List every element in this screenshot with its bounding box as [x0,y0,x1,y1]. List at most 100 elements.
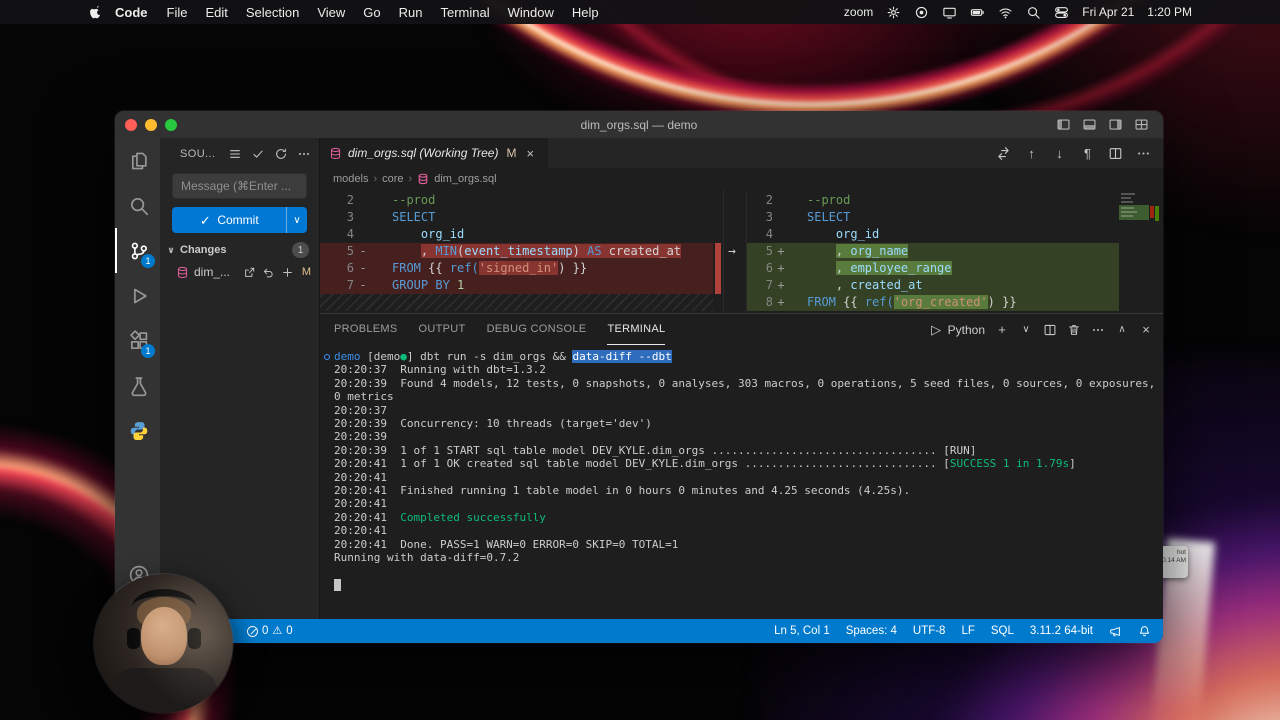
menu-view[interactable]: View [308,5,354,20]
diff-line-modified: 5 + , org_name [747,243,1119,260]
activity-source-control[interactable]: 1 [115,228,160,273]
minimap[interactable] [1119,190,1149,313]
layout-panel-icon[interactable] [1082,117,1097,132]
bell-icon[interactable] [1138,625,1151,638]
whitespace-icon[interactable]: ¶ [1080,146,1095,161]
errors-count: 0 [262,625,269,637]
panel-tab-problems[interactable]: PROBLEMS [334,314,398,345]
next-change-icon[interactable]: ↓ [1052,146,1067,161]
minimize-window-button[interactable] [145,118,157,131]
battery-icon[interactable] [970,5,985,20]
prev-change-icon[interactable]: ↑ [1024,146,1039,161]
apple-menu-icon[interactable] [88,4,103,20]
activity-run-debug[interactable] [115,273,160,318]
activity-extensions[interactable]: 1 [115,318,160,363]
commit-dropdown-button[interactable]: ∨ [286,207,307,233]
menu-app-name[interactable]: Code [105,5,158,20]
activity-test-beaker[interactable] [115,363,160,408]
view-list-icon[interactable] [228,147,242,161]
layout-sidebar-right-icon[interactable] [1108,117,1123,132]
diff-modified-pane[interactable]: 2 --prod 3 SELECT 4 org_id 5 + , org_name 6 + , … [747,192,1119,313]
tab-modified-badge: M [506,146,517,160]
status-sql[interactable]: SQL [991,625,1014,637]
panel-tab-terminal[interactable]: TERMINAL [607,314,666,345]
command-decoration-icon[interactable] [324,354,330,360]
status-utf-8[interactable]: UTF-8 [913,625,946,637]
terminal-profile[interactable]: ▷ Python [930,323,985,337]
problems-status[interactable]: 0 ⚠ 0 [247,625,293,637]
python-icon [128,420,150,442]
breadcrumb-item[interactable]: models [333,173,368,185]
close-window-button[interactable] [125,118,137,131]
diff-revert-arrow-icon[interactable]: → [728,243,736,260]
window-titlebar[interactable]: dim_orgs.sql — demo [115,111,1163,138]
commit-message-input[interactable]: Message (⌘Enter ... [172,173,307,199]
menu-zoom[interactable]: zoom [844,5,873,19]
dropdown-icon[interactable]: ∨ [1019,323,1033,337]
menu-file[interactable]: File [158,5,197,20]
compare-icon[interactable] [996,146,1011,161]
kill-terminal-icon[interactable] [1067,323,1081,337]
close-panel-icon[interactable]: × [1139,323,1153,337]
commit-check-icon[interactable] [251,147,265,161]
layout-sidebar-left-icon[interactable] [1056,117,1071,132]
split-editor-icon[interactable] [1108,146,1123,161]
tab-dim-orgs-sql[interactable]: dim_orgs.sql (Working Tree) M × [320,138,548,168]
more-icon[interactable] [297,147,311,161]
discard-icon[interactable] [262,266,275,279]
new-terminal-icon[interactable]: + [995,323,1009,337]
open-file-icon[interactable] [243,266,256,279]
modified-badge: M [301,266,311,278]
diff-editor[interactable]: 2 --prod 3 SELECT 4 org_id 5- , MIN(event_tim… [320,190,1163,313]
scm-file-row[interactable]: dim_... M [160,261,319,283]
menu-help[interactable]: Help [563,5,608,20]
menu-run[interactable]: Run [390,5,432,20]
megaphone-icon[interactable] [1109,625,1122,638]
diff-line-original: 7- GROUP BY 1 [320,277,713,294]
status-ln-5-col-1[interactable]: Ln 5, Col 1 [774,625,830,637]
activity-files[interactable] [115,138,160,183]
gear-icon[interactable] [886,5,901,20]
control-center-icon[interactable] [1054,5,1069,20]
more-icon[interactable] [1136,146,1151,161]
refresh-icon[interactable] [274,147,288,161]
terminal-line: 20:20:41 Done. PASS=1 WARN=0 ERROR=0 SKI… [334,537,679,551]
zoom-window-button[interactable] [165,118,177,131]
terminal[interactable]: demo [demo●] dbt run -s dim_orgs && data… [320,345,1163,619]
menu-terminal[interactable]: Terminal [432,5,499,20]
activity-search[interactable] [115,183,160,228]
activity-python[interactable] [115,408,160,453]
panel-tab-debug-console[interactable]: DEBUG CONSOLE [487,314,587,345]
changes-section-header[interactable]: ∨ Changes 1 [160,239,319,261]
status-spaces-4[interactable]: Spaces: 4 [846,625,897,637]
wifi-icon[interactable] [998,5,1013,20]
sidebar-title: SOU... [180,148,216,160]
display-icon[interactable] [942,5,957,20]
breadcrumb-item[interactable]: dim_orgs.sql [434,173,496,185]
layout-customize-icon[interactable] [1134,117,1149,132]
maximize-panel-icon[interactable]: ∧ [1115,323,1129,337]
split-terminal-icon[interactable] [1043,323,1057,337]
diff-line-original: 2 --prod [346,193,436,207]
menu-go[interactable]: Go [354,5,389,20]
menu-window[interactable]: Window [499,5,563,20]
record-icon[interactable] [914,5,929,20]
overview-ruler-left [713,190,723,313]
menu-date[interactable]: Fri Apr 21 [1082,5,1134,19]
files-icon [128,150,150,172]
status-3-11-2-64-bit[interactable]: 3.11.2 64-bit [1030,625,1093,637]
panel-tab-output[interactable]: OUTPUT [419,314,466,345]
menu-time[interactable]: 1:20 PM [1147,5,1192,19]
commit-button[interactable]: ✓ Commit [172,207,286,233]
search-icon[interactable] [1026,5,1041,20]
breadcrumb-item[interactable]: core [382,173,403,185]
menu-edit[interactable]: Edit [196,5,236,20]
terminal-line: 20:20:39 1 of 1 START sql table model DE… [334,443,977,457]
more-icon[interactable] [1091,323,1105,337]
stage-icon[interactable] [281,266,294,279]
scm-file-name: dim_... [194,265,231,279]
diff-original-pane[interactable]: 2 --prod 3 SELECT 4 org_id 5- , MIN(event_tim… [320,192,713,313]
status-lf[interactable]: LF [961,625,974,637]
menu-selection[interactable]: Selection [237,5,308,20]
tab-close-icon[interactable]: × [526,146,534,161]
